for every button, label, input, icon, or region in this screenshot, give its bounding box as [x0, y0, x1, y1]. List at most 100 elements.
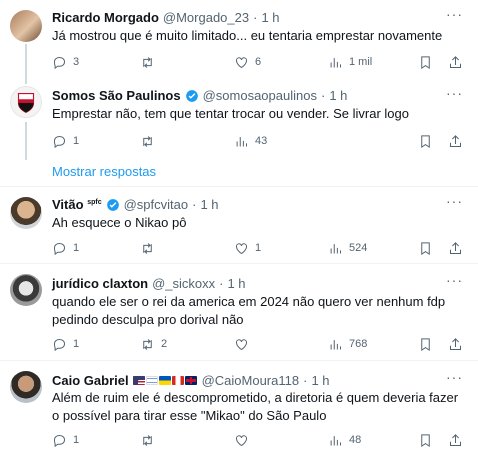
- retweet-button[interactable]: [140, 132, 161, 150]
- like-button[interactable]: 1: [234, 239, 261, 257]
- bookmark-icon: [421, 134, 430, 148]
- separator-dot: ·: [320, 88, 326, 103]
- reply-icon: [53, 56, 66, 69]
- views-count: 43: [255, 135, 268, 147]
- reply-button[interactable]: 1: [52, 335, 79, 353]
- like-button[interactable]: [234, 335, 255, 353]
- share-icon: [450, 241, 461, 254]
- flag-list: [132, 376, 198, 385]
- show-replies-link[interactable]: Mostrar respostas: [52, 164, 156, 179]
- bookmark-button[interactable]: [418, 239, 433, 257]
- author-name[interactable]: Vitão spfc: [52, 197, 102, 212]
- like-count: 6: [255, 56, 262, 68]
- tweet[interactable]: Somos São Paulinos @somosaopaulinos · 1 …: [0, 82, 478, 160]
- tweet-text: Além de ruim ele é descomprometido, a di…: [52, 390, 459, 423]
- share-icon: [450, 433, 461, 446]
- share-button[interactable]: [448, 431, 463, 449]
- avatar[interactable]: [10, 10, 42, 42]
- bookmark-button[interactable]: [418, 132, 433, 150]
- timestamp[interactable]: 1 h: [200, 197, 218, 212]
- separator-dot: ·: [303, 373, 308, 388]
- flag-usa-icon: [132, 376, 145, 385]
- timestamp[interactable]: 1 h: [227, 276, 245, 291]
- author-name[interactable]: Caio Gabriel: [52, 373, 129, 388]
- avatar[interactable]: [10, 371, 42, 403]
- retweet-button[interactable]: [140, 53, 161, 71]
- author-name[interactable]: Somos São Paulinos: [52, 88, 181, 103]
- bookmark-button[interactable]: [418, 335, 433, 353]
- share-icon: [450, 337, 461, 350]
- retweet-button[interactable]: [140, 239, 161, 257]
- share-button[interactable]: [448, 239, 463, 257]
- separator-dot: ·: [219, 276, 224, 291]
- bookmark-button[interactable]: [418, 53, 433, 71]
- flag-israel-icon: [145, 376, 158, 385]
- tweet[interactable]: Caio Gabriel @CaioMoura118 · 1 h ··· Alé…: [0, 361, 478, 453]
- reply-count: 3: [73, 56, 80, 68]
- bookmark-button[interactable]: [418, 431, 433, 449]
- retweet-icon: [143, 242, 152, 254]
- author-name[interactable]: jurídico claxton: [52, 276, 148, 291]
- retweet-icon: [143, 338, 152, 350]
- views-icon: [330, 435, 341, 445]
- views-button[interactable]: 768: [328, 335, 367, 353]
- share-button[interactable]: [448, 132, 463, 150]
- retweet-button[interactable]: [140, 431, 161, 449]
- name-superscript: spfc: [87, 199, 102, 206]
- views-button[interactable]: 48: [328, 431, 361, 449]
- views-icon: [330, 57, 341, 67]
- share-button[interactable]: [448, 335, 463, 353]
- like-button[interactable]: 6: [234, 53, 261, 71]
- author-name[interactable]: Ricardo Morgado: [52, 10, 159, 25]
- reply-button[interactable]: 3: [52, 53, 79, 71]
- timestamp[interactable]: 1 h: [311, 373, 329, 388]
- views-button[interactable]: 524: [328, 239, 367, 257]
- reply-count: 1: [73, 434, 80, 446]
- views-icon: [236, 136, 247, 146]
- more-icon[interactable]: ···: [446, 85, 463, 101]
- tweet-text: Ah esquece o Nikao pô: [52, 215, 187, 230]
- verified-icon: [106, 198, 119, 211]
- more-icon[interactable]: ···: [446, 369, 463, 385]
- views-count: 524: [349, 242, 368, 254]
- avatar[interactable]: [10, 274, 42, 306]
- bookmark-icon: [421, 337, 430, 351]
- author-handle[interactable]: @_sickoxx: [152, 276, 215, 291]
- reply-count: 1: [73, 338, 80, 350]
- like-count: 1: [255, 242, 262, 254]
- separator-dot: ·: [253, 10, 258, 25]
- retweet-button[interactable]: 2: [140, 335, 167, 353]
- timestamp[interactable]: 1 h: [261, 10, 279, 25]
- like-icon: [236, 434, 247, 446]
- reply-button[interactable]: 1: [52, 132, 79, 150]
- reply-button[interactable]: 1: [52, 239, 79, 257]
- reply-icon: [53, 434, 66, 447]
- flag-uk-icon: [184, 376, 197, 385]
- author-handle[interactable]: @Morgado_23: [163, 10, 249, 25]
- share-button[interactable]: [448, 53, 463, 71]
- views-button[interactable]: 1 mil: [328, 53, 372, 71]
- bookmark-icon: [421, 55, 430, 69]
- author-handle[interactable]: @somosaopaulinos: [203, 88, 317, 103]
- more-icon[interactable]: ···: [446, 272, 463, 288]
- views-count: 48: [349, 434, 362, 446]
- avatar[interactable]: [10, 86, 42, 118]
- tweet[interactable]: jurídico claxton @_sickoxx · 1 h ··· qua…: [0, 264, 478, 360]
- more-icon[interactable]: ···: [446, 193, 463, 209]
- like-icon: [236, 242, 247, 254]
- views-count: 768: [349, 338, 368, 350]
- timestamp[interactable]: 1 h: [329, 88, 347, 103]
- author-handle[interactable]: @spfcvitao: [124, 197, 189, 212]
- flag-ukraine-icon: [158, 376, 171, 385]
- author-handle[interactable]: @CaioMoura118: [202, 373, 300, 388]
- reply-button[interactable]: 1: [52, 431, 79, 449]
- avatar[interactable]: [10, 197, 42, 229]
- reply-icon: [53, 338, 66, 351]
- like-icon: [236, 56, 247, 68]
- more-icon[interactable]: ···: [446, 6, 463, 22]
- like-button[interactable]: [234, 431, 255, 449]
- tweet[interactable]: Ricardo Morgado @Morgado_23 · 1 h ··· Já…: [0, 0, 478, 82]
- tweet[interactable]: Vitão spfc @spfcvitao · 1 h ··· Ah esque…: [0, 187, 478, 263]
- bookmark-icon: [421, 433, 430, 447]
- views-button[interactable]: 43: [234, 132, 267, 150]
